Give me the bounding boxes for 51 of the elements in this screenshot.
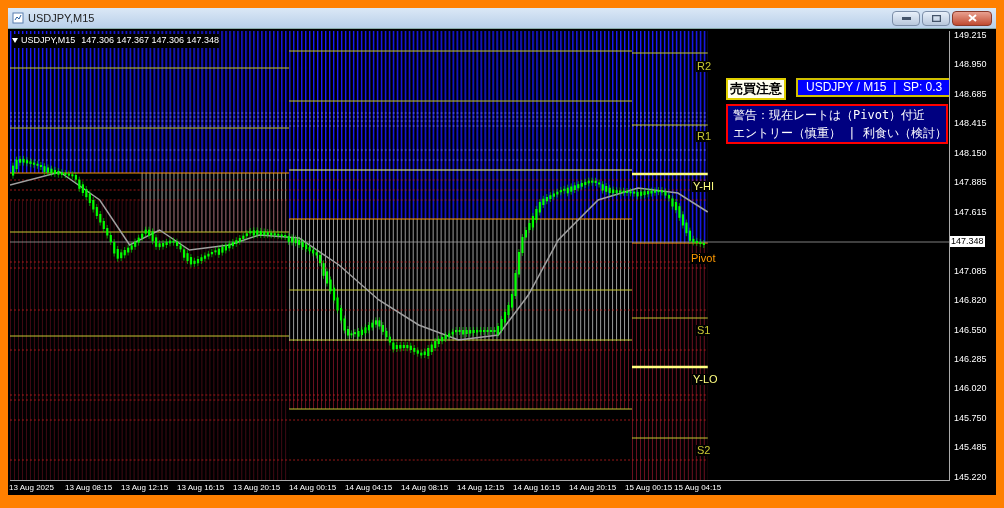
price-label: 146.820	[953, 295, 988, 307]
level-label: S1	[696, 325, 712, 336]
price-label: 148.150	[953, 147, 988, 159]
level-label: Y-LO	[692, 374, 719, 385]
price-label: 147.085	[953, 265, 988, 277]
price-label: 147.348	[950, 236, 985, 248]
price-label: 145.485	[953, 442, 988, 454]
time-label: 14 Aug 04:15	[345, 483, 393, 492]
price-label: 146.285	[953, 354, 988, 365]
time-label: 14 Aug 20:15	[569, 483, 617, 492]
price-label: 146.550	[953, 324, 988, 336]
warning-text: エントリー（慎重） | 利食い（検討）	[733, 126, 941, 140]
price-label: 145.220	[953, 471, 988, 483]
time-label: 14 Aug 00:15	[289, 483, 337, 492]
time-label: 15 Aug 00:15	[625, 483, 673, 492]
close-icon	[967, 14, 977, 22]
price-label: 148.950	[953, 59, 988, 71]
time-label: 13 Aug 08:15	[65, 483, 113, 492]
time-label: 13 Aug 16:15	[177, 483, 225, 492]
chart-icon	[12, 12, 24, 24]
warning-text: 警告：現在レートは（Pivot）付近	[733, 108, 927, 122]
window-title: USDJPY,M15	[28, 10, 95, 26]
time-label: 14 Aug 16:15	[513, 483, 561, 492]
time-label: 13 Aug 2025	[9, 483, 54, 492]
time-label: 14 Aug 12:15	[457, 483, 505, 492]
price-label: 148.685	[953, 88, 988, 100]
symbol-label: USDJPY,M15	[21, 34, 76, 47]
level-label: Y-HI	[692, 181, 715, 192]
level-label: Pivot	[690, 253, 717, 264]
price-label: 148.415	[953, 118, 988, 130]
close-button[interactable]	[952, 10, 992, 26]
time-label: 15 Aug 04:15	[674, 483, 722, 492]
price-label: 147.885	[953, 177, 988, 189]
level-label: S2	[696, 445, 712, 456]
maximize-button[interactable]	[922, 10, 950, 26]
price-label: 149.215	[953, 30, 988, 41]
symbol-badge: USDJPY / M15 | SP: 0.3	[796, 78, 949, 97]
caution-badge: 売買注意	[726, 78, 786, 100]
minimize-button[interactable]	[892, 10, 920, 26]
ohlc-values: 147.306 147.367 147.306 147.348	[81, 34, 219, 47]
price-label: 146.020	[953, 383, 988, 395]
minimize-icon	[901, 16, 911, 20]
level-label: R2	[696, 61, 713, 72]
time-label: 13 Aug 20:15	[233, 483, 281, 492]
price-label: 145.750	[953, 412, 988, 424]
maximize-icon	[931, 14, 941, 22]
dropdown-triangle-icon[interactable]	[12, 38, 18, 44]
level-label: R1	[696, 131, 713, 142]
price-label: 147.615	[953, 206, 988, 218]
time-label: 13 Aug 12:15	[121, 483, 169, 492]
time-label: 14 Aug 08:15	[401, 483, 449, 492]
